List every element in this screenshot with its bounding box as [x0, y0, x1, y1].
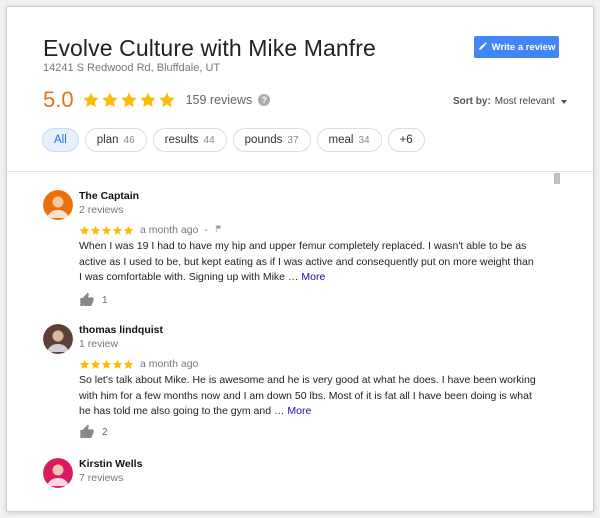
help-icon[interactable]: ?: [258, 94, 271, 106]
meta-separator: -: [204, 224, 208, 236]
star-icon: [82, 92, 99, 108]
chip-label: +6: [399, 134, 413, 146]
chip-more[interactable]: +6: [387, 128, 425, 152]
chip-label: All: [54, 134, 67, 146]
review-item: The Captain 2 reviews a month ago - When…: [43, 190, 543, 310]
star-icon: [123, 225, 134, 235]
like-button[interactable]: 1: [79, 292, 108, 308]
more-link[interactable]: More: [287, 405, 311, 417]
chip-pounds[interactable]: pounds 37: [232, 128, 311, 152]
reviewer-name[interactable]: The Captain: [79, 190, 139, 202]
chip-label: pounds: [244, 134, 283, 146]
like-button[interactable]: 2: [79, 424, 108, 440]
rating-stars: [82, 91, 176, 109]
review-stars: [79, 359, 134, 370]
avatar[interactable]: [43, 324, 73, 354]
sort-value: Most relevant: [494, 96, 555, 107]
chip-count: 37: [287, 134, 299, 146]
star-icon: [120, 92, 137, 108]
divider: [7, 171, 593, 172]
star-icon: [101, 359, 112, 369]
review-time: a month ago: [140, 358, 199, 370]
star-icon: [101, 92, 118, 108]
like-count: 2: [102, 426, 108, 438]
review-item: Kirstin Wells 7 reviews: [43, 458, 543, 508]
chip-meal[interactable]: meal 34: [316, 128, 382, 152]
flag-icon[interactable]: [214, 224, 223, 236]
review-time: a month ago: [140, 224, 199, 236]
review-stars: [79, 225, 134, 236]
business-title: Evolve Culture with Mike Manfre: [43, 35, 376, 61]
reviewer-review-count: 7 reviews: [79, 472, 124, 484]
rating-value: 5.0: [43, 87, 74, 112]
star-icon: [123, 359, 134, 369]
star-icon: [79, 225, 90, 235]
chip-count: 34: [358, 134, 370, 146]
chip-plan[interactable]: plan 46: [84, 128, 147, 152]
caret-down-icon: [560, 99, 567, 104]
thumbs-up-icon: [80, 424, 94, 438]
review-text: So let's talk about Mike. He is awesome …: [79, 373, 539, 420]
star-icon: [90, 359, 101, 369]
write-review-label: Write a review: [491, 41, 556, 53]
chip-count: 44: [203, 134, 215, 146]
star-icon: [90, 225, 101, 235]
star-icon: [139, 92, 156, 108]
write-review-button[interactable]: Write a review: [474, 36, 559, 58]
like-count: 1: [102, 294, 108, 306]
scrollbar[interactable]: [554, 173, 560, 184]
more-link[interactable]: More: [301, 271, 325, 283]
reviewer-name[interactable]: thomas lindquist: [79, 324, 163, 336]
chip-label: results: [164, 134, 199, 146]
review-meta: a month ago: [79, 358, 198, 370]
chip-count: 46: [123, 134, 135, 146]
review-count: 159 reviews: [185, 93, 253, 107]
pencil-icon: [478, 41, 488, 54]
chip-label: plan: [96, 134, 119, 146]
review-text: When I was 19 I had to have my hip and u…: [79, 239, 539, 286]
reviewer-review-count: 2 reviews: [79, 204, 124, 216]
topic-filter-chips: All plan 46 results 44 pounds 37 meal 34…: [42, 128, 425, 152]
review-item: thomas lindquist 1 review a month ago So…: [43, 324, 543, 444]
sort-dropdown[interactable]: Sort by: Most relevant: [453, 96, 567, 107]
chip-all[interactable]: All: [42, 128, 79, 152]
review-meta: a month ago -: [79, 224, 223, 236]
reviewer-review-count: 1 review: [79, 338, 119, 350]
sort-label: Sort by:: [453, 96, 491, 107]
avatar[interactable]: [43, 458, 73, 488]
chip-label: meal: [328, 134, 354, 146]
avatar[interactable]: [43, 190, 73, 220]
chip-results[interactable]: results 44: [152, 128, 227, 152]
star-icon: [79, 359, 90, 369]
star-icon: [112, 359, 123, 369]
rating-summary: 5.0 159 reviews ?: [43, 87, 271, 113]
star-icon: [158, 92, 175, 108]
reviews-dialog: Evolve Culture with Mike Manfre 14241 S …: [6, 6, 594, 512]
thumbs-up-icon: [80, 292, 94, 306]
star-icon: [112, 225, 123, 235]
reviewer-name[interactable]: Kirstin Wells: [79, 458, 142, 470]
business-address: 14241 S Redwood Rd, Bluffdale, UT: [43, 62, 221, 74]
star-icon: [101, 225, 112, 235]
